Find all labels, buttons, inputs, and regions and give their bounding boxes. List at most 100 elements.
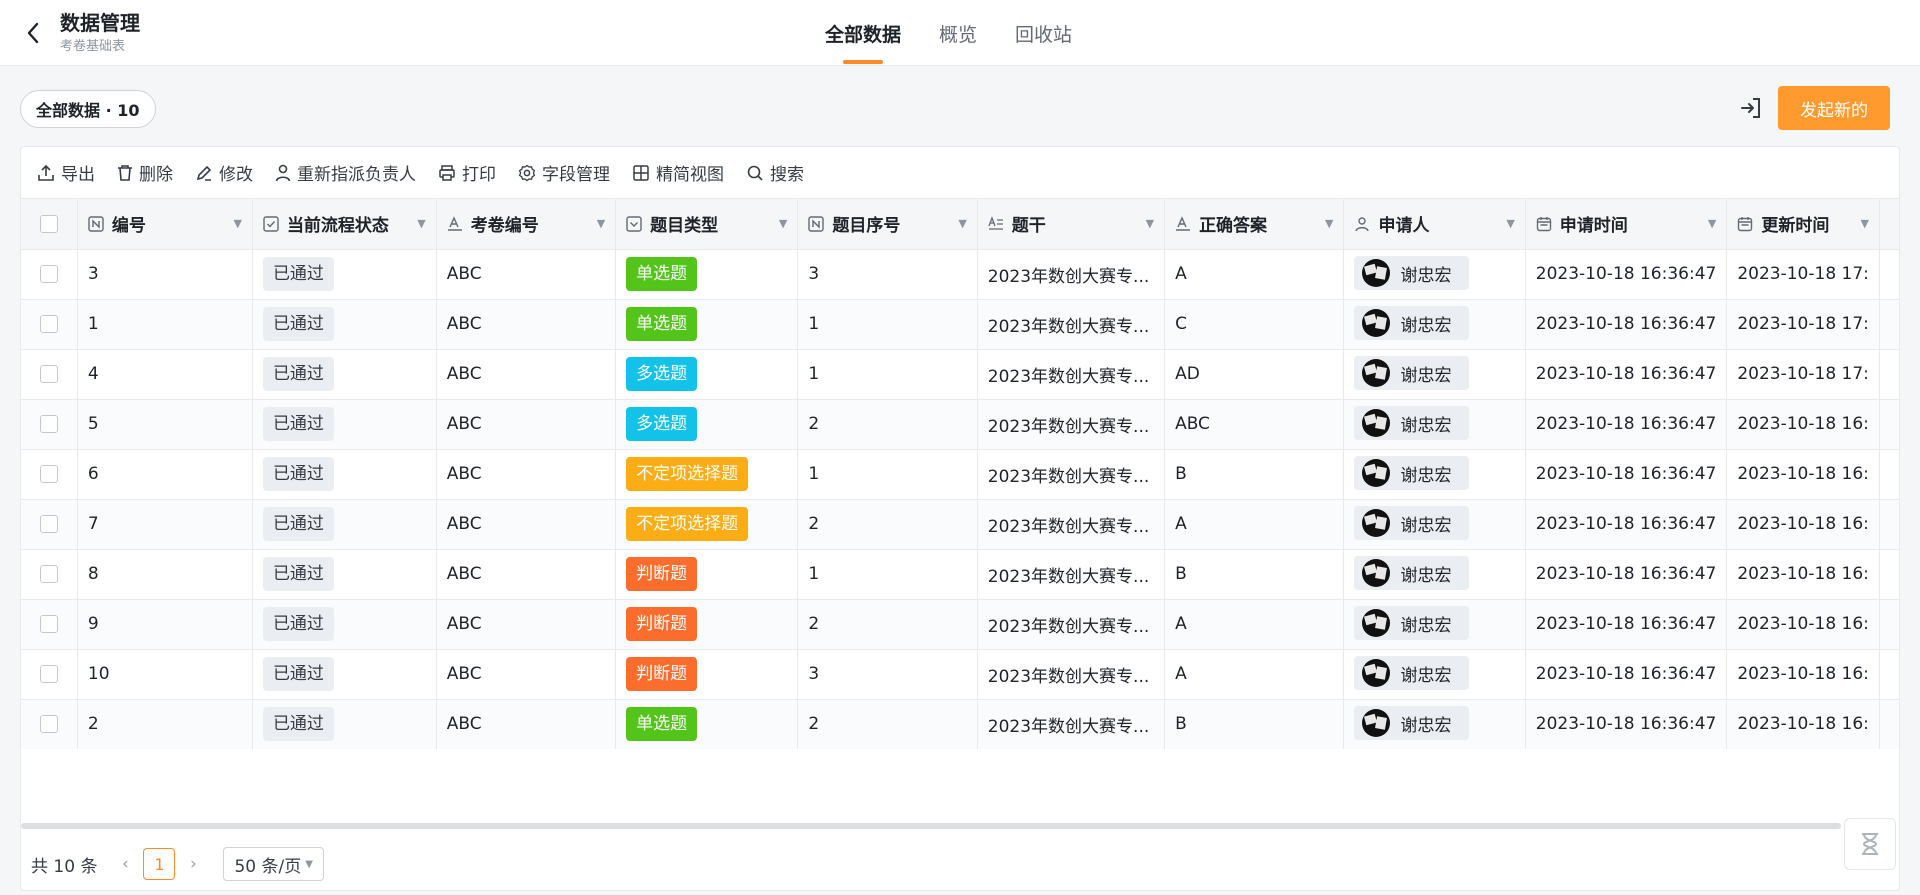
field-manage-button[interactable]: 字段管理 [518, 160, 610, 185]
column-header-type[interactable]: 题目类型 ▼ [615, 199, 799, 250]
caret-down-icon[interactable]: ▼ [597, 217, 605, 230]
cell-update-time[interactable]: 2023-10-18 16: [1726, 449, 1880, 500]
delete-button[interactable]: 删除 [117, 160, 173, 185]
caret-down-icon[interactable]: ▼ [779, 217, 787, 230]
cell-paper[interactable]: ABC [436, 399, 617, 450]
row-checkbox[interactable] [39, 465, 58, 483]
row-checkbox[interactable] [39, 615, 58, 633]
table-row[interactable]: 8 已通过 ABC 判断题 1 2023年数创大赛专... B 谢忠宏 2023-10-18 1… [21, 549, 1899, 600]
row-checkbox[interactable] [39, 715, 58, 733]
cell-type[interactable]: 判断题 [615, 549, 799, 600]
cell-update-time[interactable]: 2023-10-18 17: [1726, 249, 1880, 300]
cell-update-time[interactable]: 2023-10-18 17: [1726, 299, 1880, 350]
create-new-button[interactable]: 发起新的 [1778, 86, 1890, 130]
cell-id[interactable]: 10 [77, 649, 253, 700]
caret-down-icon[interactable]: ▼ [1146, 217, 1154, 230]
cell-apply-time[interactable]: 2023-10-18 16:36:47 [1525, 549, 1728, 600]
cell-id[interactable]: 6 [77, 449, 253, 500]
table-row[interactable]: 6 已通过 ABC 不定项选择题 1 2023年数创大赛专... B 谢忠宏 2023-10-1… [21, 449, 1899, 500]
cell-paper[interactable]: ABC [436, 699, 617, 749]
table-row[interactable]: 1 已通过 ABC 单选题 1 2023年数创大赛专... C 谢忠宏 2023-10-18 1… [21, 299, 1899, 350]
cell-seq[interactable]: 3 [797, 649, 978, 700]
cell-paper[interactable]: ABC [436, 349, 617, 400]
cell-status[interactable]: 已通过 [252, 299, 437, 350]
cell-paper[interactable]: ABC [436, 449, 617, 500]
table-row[interactable]: 10 已通过 ABC 判断题 3 2023年数创大赛专... A 谢忠宏 2023-10-18 … [21, 649, 1899, 700]
edit-button[interactable]: 修改 [195, 160, 253, 185]
prev-page-icon[interactable]: ‹ [113, 854, 137, 874]
horizontal-scrollbar[interactable] [21, 823, 1841, 829]
cell-type[interactable]: 判断题 [615, 599, 799, 650]
cell-answer[interactable]: A [1164, 249, 1345, 300]
row-checkbox[interactable] [39, 665, 58, 683]
cell-status[interactable]: 已通过 [252, 249, 437, 300]
cell-type[interactable]: 单选题 [615, 299, 799, 350]
cell-type[interactable]: 多选题 [615, 349, 799, 400]
cell-status[interactable]: 已通过 [252, 699, 437, 749]
column-header-seq[interactable]: 题目序号 ▼ [797, 199, 978, 250]
cell-type[interactable]: 单选题 [615, 249, 799, 300]
cell-stem[interactable]: 2023年数创大赛专... [977, 549, 1166, 600]
cell-answer[interactable]: B [1164, 699, 1345, 749]
cell-apply-time[interactable]: 2023-10-18 16:36:47 [1525, 399, 1728, 450]
cell-id[interactable]: 2 [77, 699, 253, 749]
cell-update-time[interactable]: 2023-10-18 17: [1726, 349, 1880, 400]
cell-status[interactable]: 已通过 [252, 499, 437, 550]
cell-applicant[interactable]: 谢忠宏 [1343, 649, 1526, 700]
sign-out-icon-button[interactable] [1735, 92, 1767, 124]
cell-apply-time[interactable]: 2023-10-18 16:36:47 [1525, 249, 1728, 300]
row-checkbox[interactable] [39, 565, 58, 583]
cell-apply-time[interactable]: 2023-10-18 16:36:47 [1525, 299, 1728, 350]
cell-seq[interactable]: 1 [797, 449, 978, 500]
cell-stem[interactable]: 2023年数创大赛专... [977, 449, 1166, 500]
tab-overview[interactable]: 概览 [924, 0, 992, 66]
cell-apply-time[interactable]: 2023-10-18 16:36:47 [1525, 499, 1728, 550]
cell-answer[interactable]: A [1164, 649, 1345, 700]
cell-applicant[interactable]: 谢忠宏 [1343, 299, 1526, 350]
cell-applicant[interactable]: 谢忠宏 [1343, 399, 1526, 450]
cell-applicant[interactable]: 谢忠宏 [1343, 449, 1526, 500]
cell-stem[interactable]: 2023年数创大赛专... [977, 599, 1166, 650]
cell-apply-time[interactable]: 2023-10-18 16:36:47 [1525, 449, 1728, 500]
row-checkbox[interactable] [39, 265, 58, 283]
table-row[interactable]: 5 已通过 ABC 多选题 2 2023年数创大赛专... ABC 谢忠宏 2023-10-18… [21, 399, 1899, 450]
cell-applicant[interactable]: 谢忠宏 [1343, 499, 1526, 550]
cell-applicant[interactable]: 谢忠宏 [1343, 349, 1526, 400]
cell-seq[interactable]: 1 [797, 549, 978, 600]
cell-id[interactable]: 8 [77, 549, 253, 600]
cell-stem[interactable]: 2023年数创大赛专... [977, 399, 1166, 450]
table-row[interactable]: 2 已通过 ABC 单选题 2 2023年数创大赛专... B 谢忠宏 2023-10-18 1… [21, 699, 1899, 749]
cell-update-time[interactable]: 2023-10-18 16: [1726, 399, 1880, 450]
cell-answer[interactable]: A [1164, 599, 1345, 650]
cell-answer[interactable]: AD [1164, 349, 1345, 400]
cell-paper[interactable]: ABC [436, 599, 617, 650]
cell-status[interactable]: 已通过 [252, 449, 437, 500]
row-checkbox[interactable] [39, 365, 58, 383]
cell-answer[interactable]: B [1164, 549, 1345, 600]
hourglass-icon-button[interactable] [1844, 818, 1896, 870]
cell-stem[interactable]: 2023年数创大赛专... [977, 499, 1166, 550]
table-row[interactable]: 9 已通过 ABC 判断题 2 2023年数创大赛专... A 谢忠宏 2023-10-18 1… [21, 599, 1899, 650]
cell-id[interactable]: 3 [77, 249, 253, 300]
cell-applicant[interactable]: 谢忠宏 [1343, 549, 1526, 600]
cell-update-time[interactable]: 2023-10-18 16: [1726, 699, 1880, 749]
table-row[interactable]: 4 已通过 ABC 多选题 1 2023年数创大赛专... AD 谢忠宏 2023-10-18 … [21, 349, 1899, 400]
cell-seq[interactable]: 2 [797, 399, 978, 450]
cell-status[interactable]: 已通过 [252, 349, 437, 400]
cell-stem[interactable]: 2023年数创大赛专... [977, 249, 1166, 300]
cell-id[interactable]: 4 [77, 349, 253, 400]
cell-type[interactable]: 多选题 [615, 399, 799, 450]
caret-down-icon[interactable]: ▼ [417, 217, 425, 230]
cell-applicant[interactable]: 谢忠宏 [1343, 249, 1526, 300]
table-row[interactable]: 3 已通过 ABC 单选题 3 2023年数创大赛专... A 谢忠宏 2023-10-18 1… [21, 249, 1899, 300]
column-header-applicant[interactable]: 申请人 ▼ [1343, 199, 1526, 250]
row-checkbox[interactable] [39, 415, 58, 433]
cell-apply-time[interactable]: 2023-10-18 16:36:47 [1525, 649, 1728, 700]
cell-seq[interactable]: 2 [797, 499, 978, 550]
cell-seq[interactable]: 2 [797, 699, 978, 749]
cell-answer[interactable]: ABC [1164, 399, 1345, 450]
caret-down-icon[interactable]: ▼ [233, 217, 241, 230]
cell-id[interactable]: 7 [77, 499, 253, 550]
cell-answer[interactable]: C [1164, 299, 1345, 350]
select-all-checkbox[interactable] [39, 214, 58, 233]
